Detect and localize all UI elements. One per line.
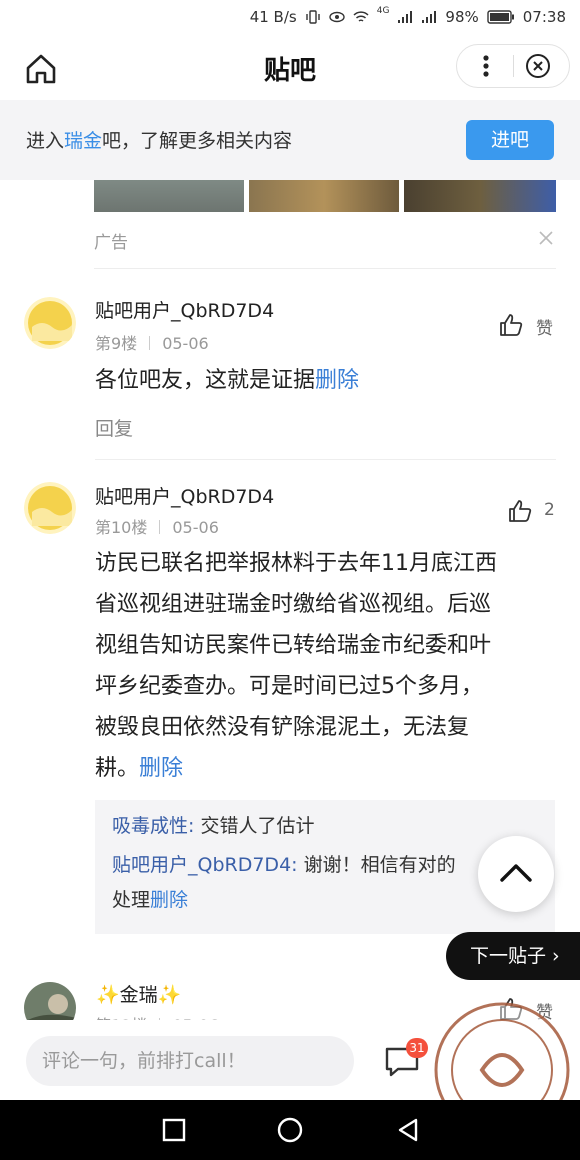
post-line: 耕。删除 — [95, 756, 184, 781]
ad-image-1[interactable] — [94, 180, 244, 212]
divider — [95, 459, 556, 460]
delete-link[interactable]: 删除 — [315, 368, 359, 393]
like-count[interactable]: 2 — [544, 500, 555, 520]
divider — [94, 268, 556, 269]
vibrate-icon — [306, 10, 320, 24]
commenter-name[interactable]: 吸毒成性: — [112, 815, 194, 837]
battery-icon — [487, 10, 514, 24]
post-content: 各位吧友，这就是证据删除 — [95, 368, 360, 393]
battery-percent: 98% — [445, 8, 479, 26]
message-badge: 31 — [406, 1038, 428, 1058]
enter-bar-banner: 进入瑞金吧，了解更多相关内容 进吧 — [0, 100, 580, 180]
delete-link[interactable]: 删除 — [139, 756, 183, 781]
nav-bar: 贴吧 — [0, 36, 580, 100]
bar-name-link[interactable]: 瑞金 — [64, 130, 102, 152]
chevron-up-icon — [500, 864, 532, 882]
comment-input[interactable]: 评论一句，前排打call！ — [26, 1036, 354, 1086]
back-icon[interactable] — [394, 1116, 422, 1144]
clock: 07:38 — [522, 8, 566, 26]
capsule-divider — [513, 55, 514, 77]
username[interactable]: ✨金瑞✨ — [96, 980, 181, 1007]
post-line: 省巡视组进驻瑞金时缴给省巡视组。后巡 — [95, 592, 492, 617]
close-circle-icon[interactable] — [525, 53, 551, 79]
post-line: 被毁良田依然没有铲除混泥土，无法复 — [95, 715, 470, 740]
enter-bar-button[interactable]: 进吧 — [466, 120, 554, 160]
username[interactable]: 贴吧用户_QbRD7D4 — [95, 482, 274, 509]
status-bar: 41 B/s 4G 98% 07:38 — [0, 0, 580, 36]
recents-icon[interactable] — [160, 1116, 188, 1144]
sparkle-icon: ✨ — [157, 984, 182, 1006]
like-label[interactable]: 赞 — [536, 314, 553, 339]
system-nav-bar — [0, 1100, 580, 1160]
scroll-to-top-button[interactable] — [478, 836, 554, 912]
network-speed: 41 B/s — [249, 8, 297, 26]
enter-bar-text: 进入瑞金吧，了解更多相关内容 — [26, 130, 293, 152]
close-icon[interactable] — [536, 228, 556, 248]
network-type: 4G — [376, 6, 390, 16]
floor-info: 第10楼 05-06 — [95, 518, 219, 537]
sparkle-icon: ✨ — [96, 984, 120, 1006]
avatar[interactable] — [24, 482, 76, 534]
post-content: 访民已联名把举报林料于去年11月底江西 省巡视组进驻瑞金时缴给省巡视组。后巡 视… — [95, 543, 565, 789]
thumbs-up-icon[interactable] — [498, 312, 524, 338]
comment-item[interactable]: 贴吧用户_QbRD7D4: 谢谢！相信有对的 — [112, 847, 456, 884]
signal-icon — [398, 11, 413, 23]
thumbs-up-icon[interactable] — [507, 498, 533, 524]
post-line: 访民已联名把举报林料于去年11月底江西 — [95, 551, 497, 576]
post-line: 视组告知访民案件已转给瑞金市纪委和叶 — [95, 633, 492, 658]
comment-item-cont: 处理删除 — [112, 889, 189, 911]
ad-image-3[interactable] — [404, 180, 556, 212]
comment-item[interactable]: 吸毒成性: 交错人了估计 — [112, 808, 314, 845]
next-post-button[interactable]: 下一贴子 › — [446, 932, 580, 980]
post-line: 坪乡纪委查办。可是时间已过5个多月， — [95, 674, 483, 699]
eye-icon — [329, 11, 345, 23]
home-nav-icon[interactable] — [276, 1116, 304, 1144]
username[interactable]: 贴吧用户_QbRD7D4 — [95, 296, 274, 323]
delete-link[interactable]: 删除 — [150, 889, 188, 911]
avatar[interactable] — [24, 297, 76, 349]
ad-image-2[interactable] — [249, 180, 399, 212]
wifi-icon — [353, 11, 369, 22]
ad-label: 广告 — [94, 233, 128, 253]
floor-info: 第9楼 05-06 — [95, 334, 209, 353]
reply-button[interactable]: 回复 — [95, 414, 133, 441]
mini-program-capsule — [456, 44, 570, 88]
commenter-name[interactable]: 贴吧用户_QbRD7D4: — [112, 854, 298, 876]
signal-2-icon — [422, 11, 437, 23]
more-vertical-icon[interactable] — [473, 51, 499, 81]
